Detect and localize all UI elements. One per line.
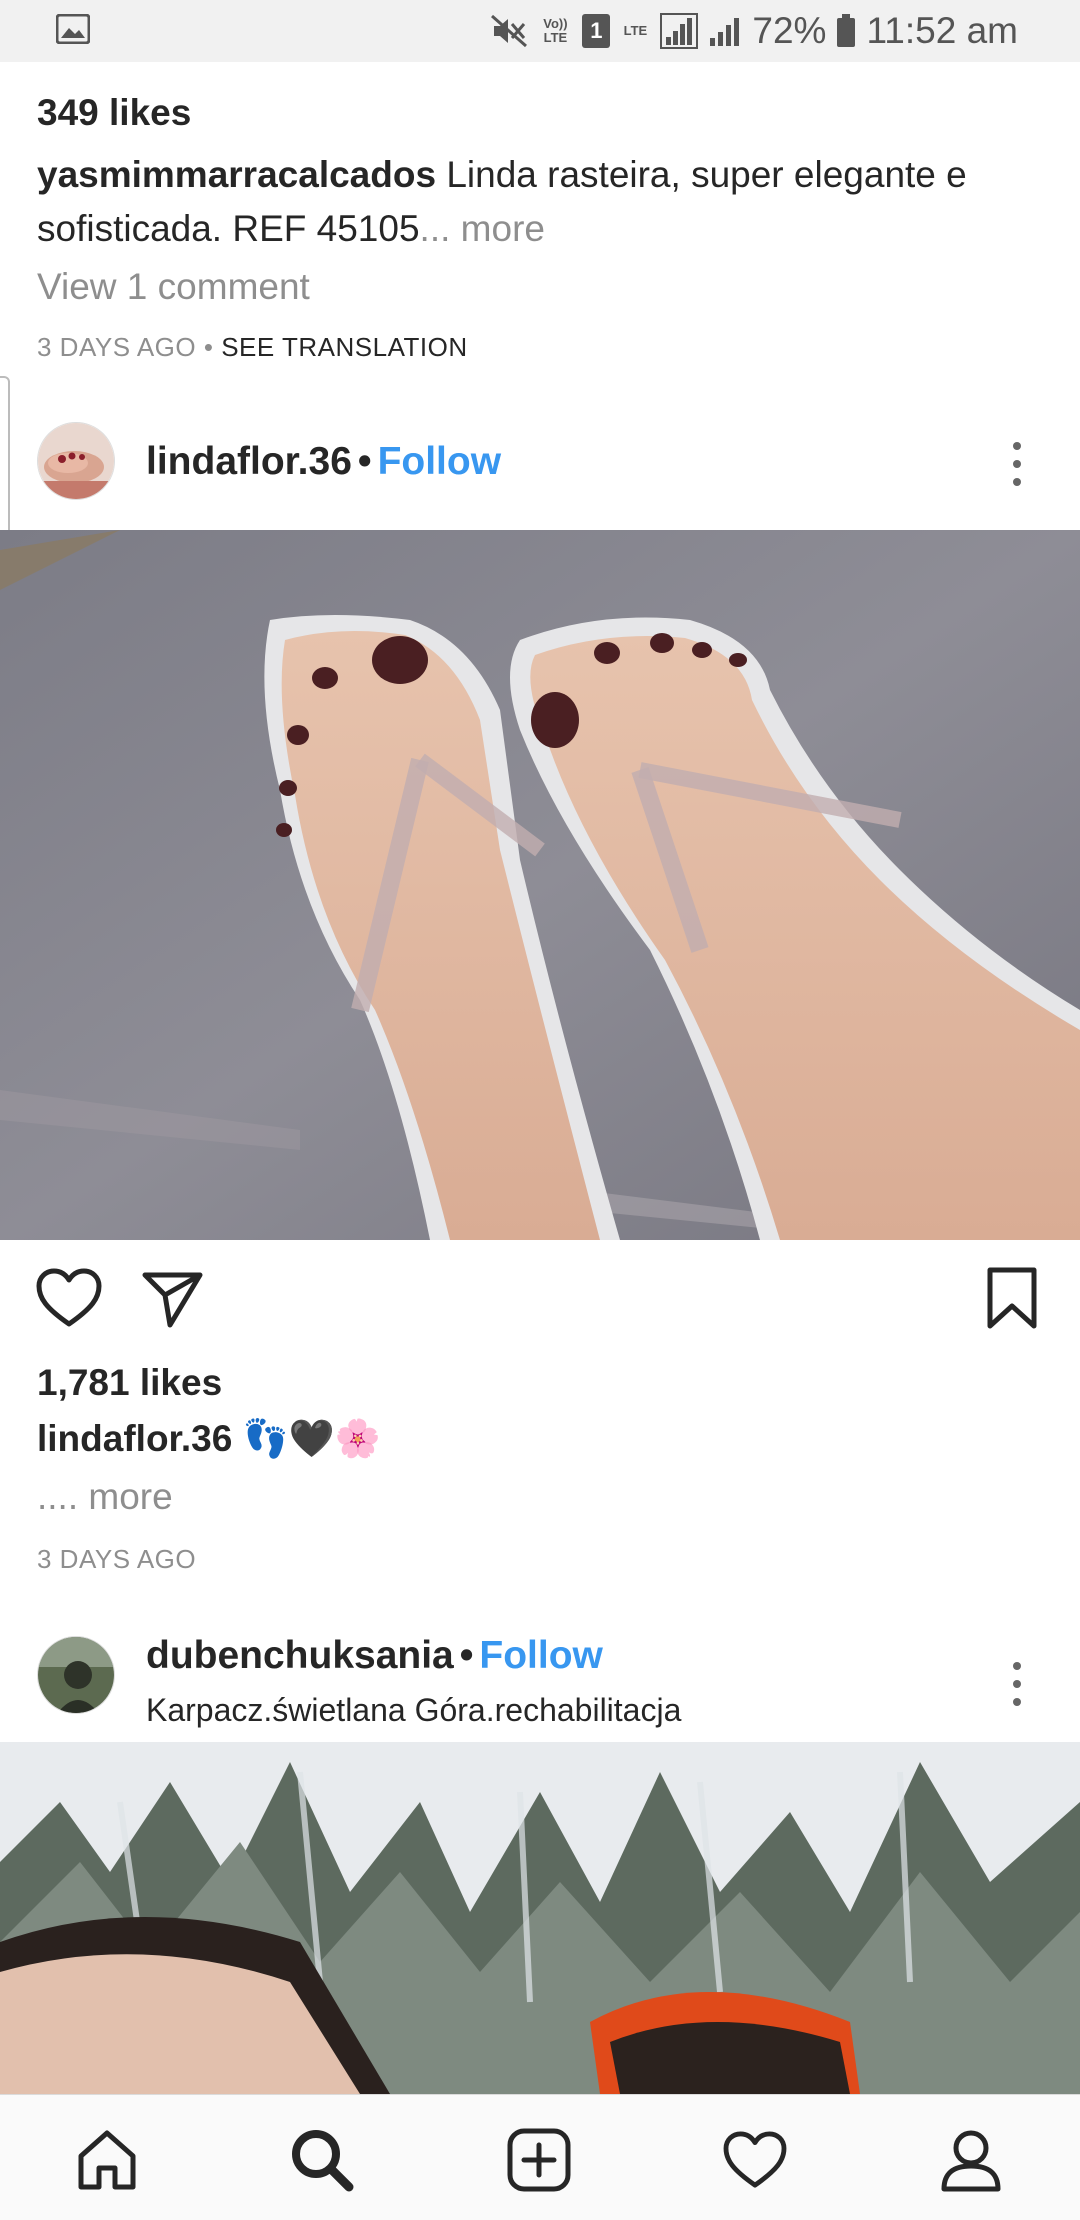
caption-text: 👣🖤🌸 [242,1418,381,1459]
post-photo[interactable] [0,530,1080,1240]
view-comments-link[interactable]: View 1 comment [37,266,310,308]
profile-icon [941,2130,1001,2192]
bookmark-icon[interactable] [986,1266,1038,1330]
nav-search[interactable] [287,2125,357,2195]
avatar[interactable] [37,422,115,500]
follow-button[interactable]: Follow [479,1634,602,1677]
signal-icon [710,18,740,46]
heart-icon[interactable] [36,1268,102,1328]
sim-slot-badge: 1 [582,14,611,48]
see-translation-link[interactable]: SEE TRANSLATION [221,332,467,362]
bottom-navigation [0,2094,1080,2220]
post-username[interactable]: dubenchuksania [146,1634,454,1677]
lte-indicator: LTE [623,23,648,38]
signal-icon [660,13,699,49]
post-username[interactable]: lindaflor.36 [146,440,352,483]
previous-post-caption: yasmimmarracalcados Linda rasteira, supe… [37,148,1047,256]
post-caption: lindaflor.36 👣🖤🌸 [37,1418,381,1461]
more-options-icon[interactable] [1012,1662,1022,1706]
follow-button[interactable]: Follow [378,440,501,483]
nav-profile[interactable] [936,2125,1006,2195]
avatar[interactable] [37,1636,115,1714]
more-options-icon[interactable] [1012,442,1022,486]
follow-separator: • [459,1634,474,1677]
volte-indicator: Vo)) LTE [543,16,568,45]
caption-username[interactable]: lindaflor.36 [37,1418,232,1459]
caption-more-link[interactable]: ... more [420,208,545,249]
previous-post-likes[interactable]: 349 likes [37,92,191,134]
nav-new-post[interactable] [504,2125,574,2195]
status-bar: Vo)) LTE 1 LTE 72% 11:52 am [0,0,1080,62]
post-username-line: dubenchuksania • Follow [146,1634,603,1678]
post-actions [0,1262,1080,1338]
nav-activity[interactable] [720,2125,790,2195]
clock: 11:52 am [866,10,1018,51]
post-photo[interactable] [0,1742,1080,2094]
add-post-icon [507,2128,571,2192]
post-date: 3 DAYS AGO [37,1544,197,1574]
send-icon[interactable] [142,1270,204,1328]
post-header: lindaflor.36 • Follow [0,402,1080,522]
previous-post-meta: 3 DAYS AGO • SEE TRANSLATION [37,332,468,363]
post-likes[interactable]: 1,781 likes [37,1362,222,1404]
mute-icon [491,14,528,48]
image-icon [56,14,90,44]
meta-separator: • [203,332,214,362]
caption-more-link[interactable]: .... more [37,1476,173,1518]
battery-percent: 72% [752,10,827,51]
heart-icon [723,2131,787,2188]
home-icon [78,2130,136,2190]
battery-icon [837,14,856,47]
search-icon [292,2130,354,2192]
nav-home[interactable] [72,2125,142,2195]
follow-separator: • [357,440,372,483]
post-username-line: lindaflor.36 • Follow [146,440,501,484]
post-location[interactable]: Karpacz.świetlana Góra.rechabilitacja [146,1692,681,1729]
caption-username[interactable]: yasmimmarracalcados [37,154,436,195]
post-header: dubenchuksania • Follow Karpacz.świetlana … [0,1612,1080,1732]
post-date: 3 DAYS AGO [37,332,197,362]
